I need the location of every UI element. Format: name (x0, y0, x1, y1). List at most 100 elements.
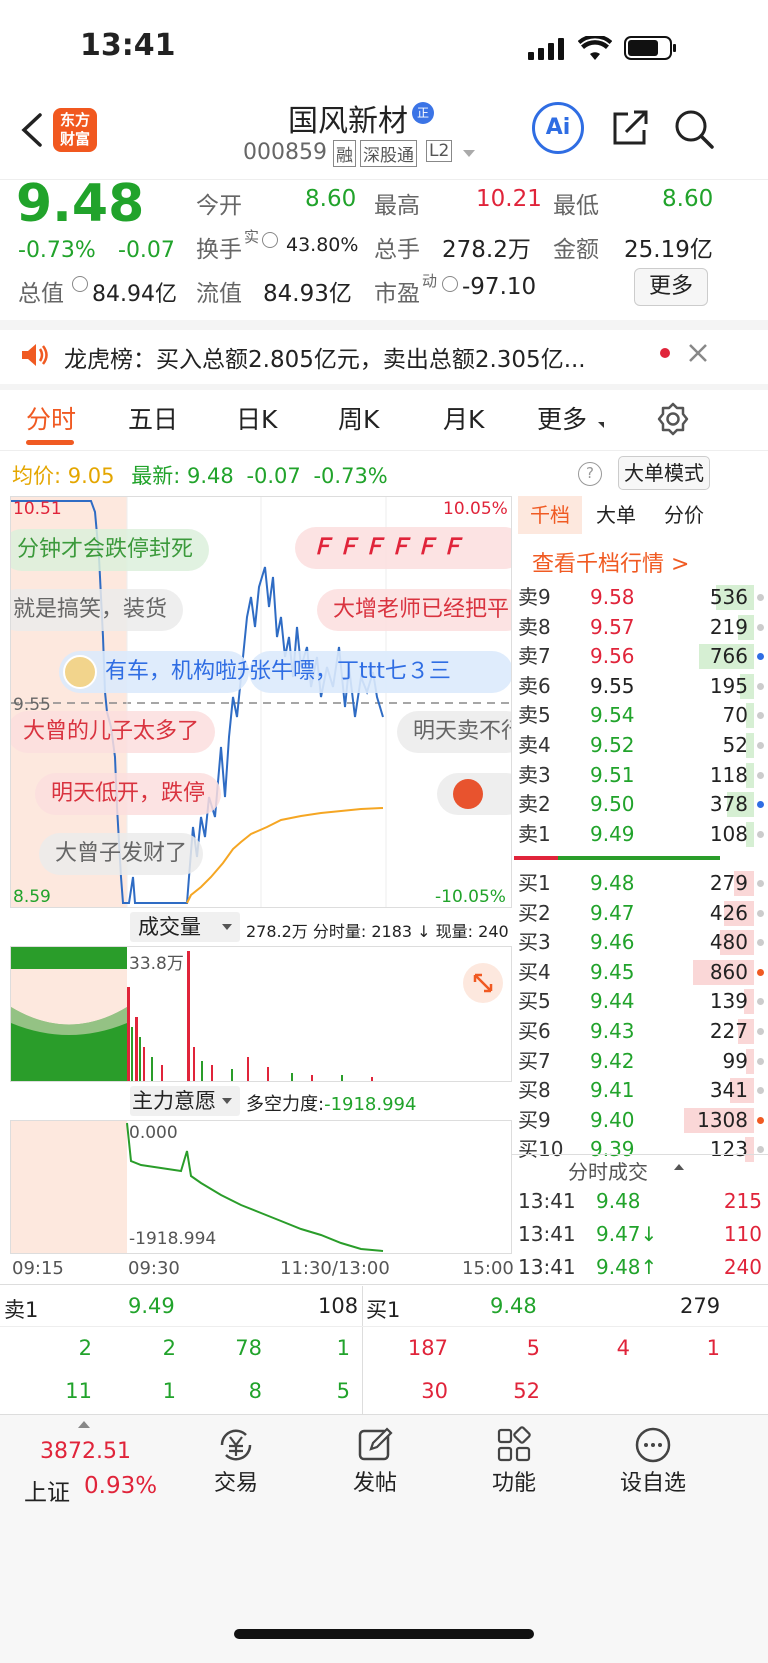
l2-sell-queue-item: 5 (336, 1379, 350, 1403)
ratio-bar-buy (558, 856, 720, 860)
post-button[interactable]: 发帖 (301, 1425, 449, 1497)
tab-intraday[interactable]: 分时 (26, 400, 76, 436)
danmu-bubble[interactable]: 分钟才会跌停封死 (11, 529, 210, 571)
ask-row[interactable]: 卖8 9.57 219 (518, 612, 768, 643)
bid-row[interactable]: 买2 9.47 426 (518, 898, 768, 929)
add-watchlist-button[interactable]: 设自选 (579, 1425, 727, 1497)
pe-sup: 动 (422, 272, 438, 290)
ticks-title[interactable]: 分时成交 (568, 1156, 684, 1185)
more-dots-icon (635, 1427, 671, 1463)
volume-info: 278.2万 分时量: 2183 ↓ 现量: 240 (246, 922, 509, 941)
bid-row[interactable]: 买3 9.46 480 (518, 927, 768, 958)
ask-price: 9.52 (590, 733, 635, 757)
index-widget[interactable]: 3872.51 上证 0.93% (20, 1421, 170, 1511)
tick-time: 13:41 (518, 1189, 576, 1213)
danmu-bubble[interactable]: 大增老师已经把平 (317, 589, 511, 631)
ask-price: 9.56 (590, 644, 635, 669)
add-watchlist-label: 设自选 (619, 1471, 686, 1496)
volume-label: 总手 (374, 237, 420, 263)
high-label: 最高 (374, 193, 420, 219)
tab-qiandang[interactable]: 千档 (518, 496, 582, 534)
indicator-top-label: 0.000 (129, 1123, 178, 1143)
trade-button[interactable]: 交易 (162, 1425, 310, 1497)
l2-buy-queue-item: 52 (513, 1379, 540, 1403)
ask-row[interactable]: 卖9 9.58 536 (518, 582, 768, 613)
trade-label: 交易 (213, 1471, 258, 1496)
status-dot (757, 742, 764, 749)
tab-daily[interactable]: 日K (236, 400, 277, 436)
volume-chart: 33.8万 (10, 946, 512, 1082)
pct-value: -0.73% (313, 464, 388, 488)
tab-dadan[interactable]: 大单 (596, 496, 636, 534)
danmu-bubble[interactable]: 明天卖不行 (397, 711, 511, 753)
tab-more[interactable]: 更多 (537, 400, 587, 436)
back-icon[interactable] (18, 112, 44, 148)
view-qiandang-link[interactable]: 查看千档行情 > (532, 546, 689, 578)
bid-price: 9.42 (590, 1048, 635, 1073)
danmu-bubble[interactable]: 大曾子发财了 (39, 833, 204, 875)
info-icon[interactable] (72, 276, 88, 292)
danmu-bubble[interactable]: 张牛嘌，丁ttt七３三 (249, 651, 511, 693)
share-icon[interactable] (610, 108, 650, 148)
ask-price: 9.50 (590, 792, 635, 817)
expand-icon[interactable] (463, 963, 503, 1003)
x-tick: 09:30 (128, 1258, 180, 1279)
gear-icon[interactable] (656, 402, 690, 436)
bid-row[interactable]: 买9 9.40 1308 (518, 1105, 768, 1136)
more-button[interactable]: 更多 (634, 268, 708, 306)
pct-min-label: -10.05% (435, 887, 506, 907)
ask-level-label: 卖7 (518, 644, 551, 669)
l2-buy-queue-item: 1 (706, 1336, 720, 1360)
ask-volume: 70 (722, 703, 748, 728)
tab-5day[interactable]: 五日 (128, 400, 178, 436)
big-order-mode-button[interactable]: 大单模式 (618, 456, 710, 490)
tab-monthly[interactable]: 月K (443, 400, 484, 436)
bid-row[interactable]: 买7 9.42 99 (518, 1046, 768, 1077)
indicator-select[interactable]: 主力意愿 (130, 1086, 240, 1116)
search-icon[interactable] (673, 108, 715, 150)
info-icon[interactable] (442, 276, 458, 292)
danmu-bubble[interactable]: 就是搞笑，装货 (11, 589, 184, 631)
last-value: 9.48 (186, 464, 234, 488)
tick-price: 9.48↑ (596, 1255, 658, 1279)
indicator-line (126, 1122, 384, 1252)
bid-row[interactable]: 买6 9.43 227 (518, 1016, 768, 1047)
danmu-bubble[interactable]: ＦＦＦＦＦＦ (295, 527, 511, 569)
l2-buy-queue-item: 187 (407, 1336, 448, 1360)
function-button[interactable]: 功能 (440, 1425, 588, 1497)
ask-row[interactable]: 卖5 9.54 70 (518, 700, 768, 731)
ai-button[interactable]: Ai (532, 102, 584, 154)
last-price: 9.48 (16, 174, 145, 234)
ask-volume: 536 (709, 585, 748, 609)
ask-row[interactable]: 卖2 9.50 378 (518, 789, 768, 820)
notice-bar[interactable]: 龙虎榜：买入总额2.805亿元，卖出总额2.305亿... (0, 330, 768, 384)
status-dot (757, 1116, 764, 1124)
bid-row[interactable]: 买1 9.48 279 (518, 868, 768, 899)
tab-fenjia[interactable]: 分价 (664, 496, 704, 534)
tab-weekly[interactable]: 周K (338, 400, 379, 436)
ask-row[interactable]: 卖1 9.49 108 (518, 819, 768, 850)
emoji-bubble[interactable] (437, 773, 511, 815)
ask-row[interactable]: 卖3 9.51 118 (518, 760, 768, 791)
dropdown-icon[interactable] (463, 150, 475, 157)
volume-value: 278.2万 (442, 237, 531, 263)
help-icon[interactable]: ? (578, 462, 602, 486)
ask-row[interactable]: 卖4 9.52 52 (518, 730, 768, 761)
bid-row[interactable]: 买4 9.45 860 (518, 957, 768, 988)
l2-sell-queue-item: 11 (65, 1379, 92, 1403)
l2-sell-price: 9.49 (128, 1294, 175, 1318)
danmu-bubble[interactable]: 明天低开，跌停 (35, 773, 222, 815)
price-info-line: 均价: 9.05 最新: 9.48 -0.07 -0.73% ? 大单模式 (12, 456, 768, 490)
volume-indicator-select[interactable]: 成交量 (130, 912, 240, 942)
bid-row[interactable]: 买8 9.41 341 (518, 1075, 768, 1106)
danmu-bubble[interactable]: 大曾的儿子太多了 (11, 711, 216, 753)
bid-row[interactable]: 买5 9.44 139 (518, 986, 768, 1017)
ask-row[interactable]: 卖6 9.55 195 (518, 671, 768, 702)
ask-row[interactable]: 卖7 9.56 766 (518, 641, 768, 672)
intraday-chart[interactable]: 10.51 8.59 9.55 10.05% -10.05% 分钟才会跌停封死 … (10, 496, 512, 908)
bid-price: 9.44 (590, 989, 635, 1014)
info-icon[interactable] (262, 232, 278, 248)
volume-indicator-label: 成交量 (138, 915, 201, 939)
bid-volume: 139 (709, 989, 748, 1014)
close-icon[interactable] (688, 343, 708, 363)
